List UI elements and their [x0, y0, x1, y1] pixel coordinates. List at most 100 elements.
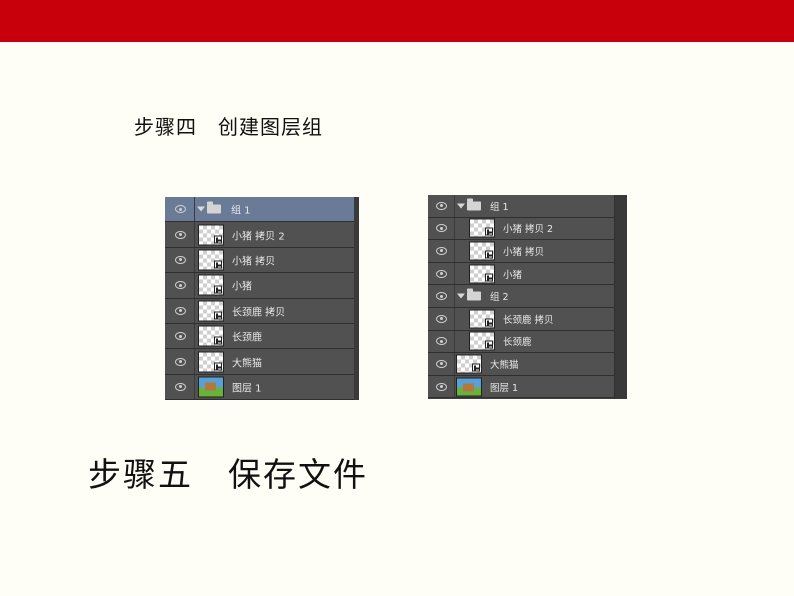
layer-thumbnail: [198, 300, 224, 322]
layers-list-before: 组 1 小猪 拷贝 2 小猪 拷贝小猪长颈鹿 拷贝 长颈鹿大熊猫图层 1: [165, 197, 354, 400]
visibility-eye-icon[interactable]: [169, 379, 191, 395]
layers-scrollbar-after[interactable]: [614, 195, 627, 399]
layer-name: 长颈鹿: [503, 337, 532, 349]
visibility-eye-icon[interactable]: [430, 333, 452, 349]
visibility-eye-icon[interactable]: [169, 354, 191, 370]
folder-icon: [207, 201, 221, 214]
smart-object-badge-icon: [485, 318, 493, 327]
smart-object-badge-icon: [214, 260, 222, 269]
layer-row[interactable]: 图层 1: [165, 374, 354, 400]
layer-name: 长颈鹿 拷贝: [232, 307, 286, 319]
layer-thumbnail: [198, 376, 224, 398]
row-divider: [454, 195, 455, 217]
layer-name: 大熊猫: [490, 359, 519, 371]
visibility-eye-icon[interactable]: [430, 288, 452, 304]
folder-icon: [467, 198, 481, 211]
layers-panel-before: 组 1 小猪 拷贝 2 小猪 拷贝小猪长颈鹿 拷贝 长颈鹿大熊猫图层 1: [165, 197, 359, 400]
smart-object-badge-icon: [214, 235, 222, 244]
row-divider: [454, 217, 455, 240]
layer-row[interactable]: 小猪 拷贝: [165, 247, 354, 274]
visibility-eye-icon[interactable]: [169, 252, 191, 268]
smart-object-badge-icon: [472, 363, 480, 372]
layer-row[interactable]: 小猪 拷贝 2: [165, 222, 354, 248]
layer-row[interactable]: 图层 1: [428, 375, 614, 399]
layer-thumbnail: [469, 309, 495, 329]
layer-group-row[interactable]: 组 2: [428, 285, 614, 308]
layer-thumbnail: [469, 331, 495, 351]
layer-row[interactable]: 长颈鹿 拷贝: [165, 298, 354, 324]
smart-object-badge-icon: [214, 362, 222, 371]
layer-name: 长颈鹿 拷贝: [503, 314, 554, 326]
layer-name: 长颈鹿: [232, 332, 262, 344]
visibility-eye-icon[interactable]: [169, 201, 191, 217]
layer-row[interactable]: 小猪 拷贝: [428, 240, 614, 263]
row-divider: [194, 323, 195, 349]
step4-heading: 步骤四 创建图层组: [134, 115, 323, 139]
layer-name: 图层 1: [232, 383, 262, 395]
visibility-eye-icon[interactable]: [169, 227, 191, 243]
row-divider: [454, 330, 455, 353]
row-divider: [454, 240, 455, 262]
row-divider: [194, 247, 195, 273]
row-divider: [194, 197, 195, 222]
layer-name: 小猪: [232, 281, 252, 293]
layer-row[interactable]: 小猪: [428, 262, 614, 286]
layer-row[interactable]: 大熊猫: [165, 349, 354, 375]
layer-name: 图层 1: [490, 382, 519, 394]
layer-row[interactable]: 长颈鹿: [165, 323, 354, 350]
row-divider: [454, 375, 455, 398]
smart-object-badge-icon: [485, 273, 493, 282]
layers-list-after: 组 1 小猪 拷贝 2 小猪 拷贝小猪组 2 长颈鹿 拷贝 长颈鹿大熊猫图层 1: [428, 195, 614, 399]
visibility-eye-icon[interactable]: [169, 303, 191, 319]
visibility-eye-icon[interactable]: [430, 311, 452, 327]
expand-arrow-icon[interactable]: [457, 203, 465, 209]
smart-object-badge-icon: [214, 336, 222, 345]
row-divider: [454, 262, 455, 285]
row-divider: [194, 222, 195, 247]
layer-name: 组 1: [490, 201, 509, 213]
expand-arrow-icon[interactable]: [197, 206, 205, 212]
expand-arrow-icon[interactable]: [457, 293, 465, 299]
layers-panel-after: 组 1 小猪 拷贝 2 小猪 拷贝小猪组 2 长颈鹿 拷贝 长颈鹿大熊猫图层 1: [428, 195, 627, 399]
smart-object-badge-icon: [214, 285, 222, 294]
visibility-eye-icon[interactable]: [430, 198, 452, 214]
visibility-eye-icon[interactable]: [430, 356, 452, 372]
layer-thumbnail: [198, 325, 224, 347]
smart-object-badge-icon: [485, 340, 493, 349]
layer-row[interactable]: 小猪 拷贝 2: [428, 217, 614, 241]
visibility-eye-icon[interactable]: [430, 266, 452, 282]
layer-row[interactable]: 长颈鹿 拷贝: [428, 307, 614, 331]
visibility-eye-icon[interactable]: [430, 243, 452, 259]
layer-name: 小猪 拷贝: [232, 256, 276, 268]
smart-object-badge-icon: [485, 227, 493, 236]
layer-row[interactable]: 长颈鹿: [428, 330, 614, 354]
layer-thumbnail: [198, 351, 224, 373]
layers-scrollbar-before[interactable]: [354, 197, 359, 400]
layer-name: 小猪 拷贝 2: [232, 231, 285, 243]
smart-object-badge-icon: [214, 311, 222, 320]
layer-group-row[interactable]: 组 1: [165, 197, 354, 223]
layer-thumbnail: [198, 274, 224, 296]
visibility-eye-icon[interactable]: [430, 379, 452, 395]
layer-name: 小猪: [503, 269, 523, 281]
row-divider: [454, 353, 455, 375]
layer-row[interactable]: 大熊猫: [428, 353, 614, 376]
layer-thumbnail: [198, 224, 224, 246]
folder-icon: [467, 288, 481, 301]
step5-heading: 步骤五 保存文件: [88, 455, 368, 494]
layer-thumbnail: [469, 218, 495, 238]
visibility-eye-icon[interactable]: [169, 328, 191, 344]
visibility-eye-icon[interactable]: [430, 220, 452, 236]
row-divider: [194, 349, 195, 374]
smart-object-badge-icon: [485, 250, 493, 259]
row-divider: [194, 374, 195, 400]
layer-group-row[interactable]: 组 1: [428, 195, 614, 218]
header-accent-bar: [0, 0, 794, 42]
layer-name: 小猪 拷贝: [503, 246, 545, 258]
row-divider: [454, 307, 455, 330]
row-divider: [194, 298, 195, 323]
layer-row[interactable]: 小猪: [165, 273, 354, 299]
visibility-eye-icon[interactable]: [169, 277, 191, 293]
layer-name: 大熊猫: [232, 358, 262, 370]
layer-thumbnail: [456, 377, 482, 397]
